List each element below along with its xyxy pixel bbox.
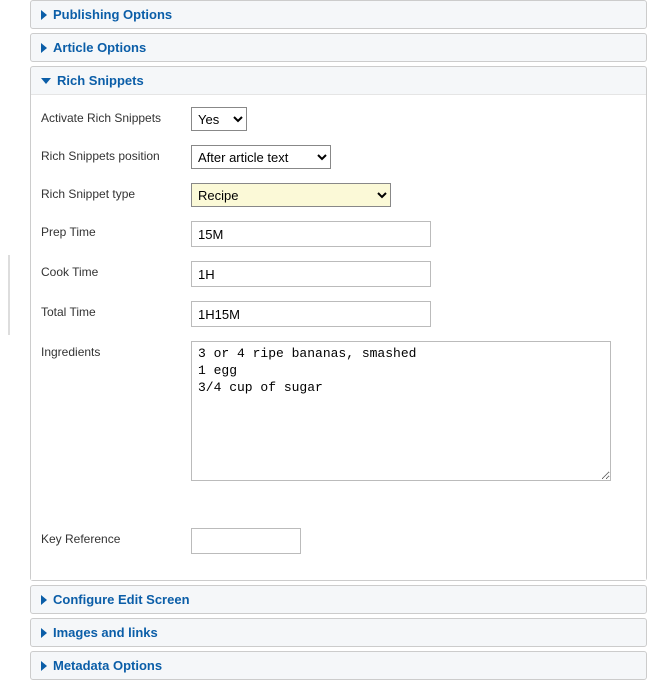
label-total-time: Total Time bbox=[41, 301, 191, 319]
label-ingredients: Ingredients bbox=[41, 341, 191, 359]
panel-rich-snippets: Rich Snippets Activate Rich Snippets Yes… bbox=[30, 66, 647, 581]
panel-title: Article Options bbox=[53, 40, 146, 55]
chevron-right-icon bbox=[41, 661, 47, 671]
label-prep-time: Prep Time bbox=[41, 221, 191, 239]
panel-title: Publishing Options bbox=[53, 7, 172, 22]
panel-title: Metadata Options bbox=[53, 658, 162, 673]
input-cook-time[interactable] bbox=[191, 261, 431, 287]
input-total-time[interactable] bbox=[191, 301, 431, 327]
row-position: Rich Snippets position After article tex… bbox=[41, 145, 636, 169]
row-type: Rich Snippet type Recipe bbox=[41, 183, 636, 207]
select-activate[interactable]: Yes bbox=[191, 107, 247, 131]
row-key-reference: Key Reference bbox=[41, 528, 636, 554]
panel-configure-edit-screen[interactable]: Configure Edit Screen bbox=[30, 585, 647, 614]
panel-title: Rich Snippets bbox=[57, 73, 144, 88]
input-key-reference[interactable] bbox=[191, 528, 301, 554]
select-position[interactable]: After article text bbox=[191, 145, 331, 169]
label-cook-time: Cook Time bbox=[41, 261, 191, 279]
row-prep-time: Prep Time bbox=[41, 221, 636, 247]
panel-title: Configure Edit Screen bbox=[53, 592, 190, 607]
panel-article-options[interactable]: Article Options bbox=[30, 33, 647, 62]
chevron-right-icon bbox=[41, 628, 47, 638]
panel-title: Images and links bbox=[53, 625, 158, 640]
row-activate: Activate Rich Snippets Yes bbox=[41, 107, 636, 131]
label-position: Rich Snippets position bbox=[41, 145, 191, 163]
input-prep-time[interactable] bbox=[191, 221, 431, 247]
chevron-right-icon bbox=[41, 10, 47, 20]
panel-publishing-options[interactable]: Publishing Options bbox=[30, 0, 647, 29]
chevron-right-icon bbox=[41, 43, 47, 53]
select-type[interactable]: Recipe bbox=[191, 183, 391, 207]
textarea-ingredients[interactable] bbox=[191, 341, 611, 481]
panel-rich-snippets-header[interactable]: Rich Snippets bbox=[31, 67, 646, 94]
chevron-right-icon bbox=[41, 595, 47, 605]
chevron-down-icon bbox=[41, 78, 51, 84]
label-key-reference: Key Reference bbox=[41, 528, 191, 546]
left-rule bbox=[8, 255, 10, 335]
row-cook-time: Cook Time bbox=[41, 261, 636, 287]
panel-metadata-options[interactable]: Metadata Options bbox=[30, 651, 647, 680]
panel-body: Activate Rich Snippets Yes Rich Snippets… bbox=[31, 94, 646, 580]
row-total-time: Total Time bbox=[41, 301, 636, 327]
label-activate: Activate Rich Snippets bbox=[41, 107, 191, 125]
row-ingredients: Ingredients bbox=[41, 341, 636, 484]
label-type: Rich Snippet type bbox=[41, 183, 191, 201]
panel-images-and-links[interactable]: Images and links bbox=[30, 618, 647, 647]
